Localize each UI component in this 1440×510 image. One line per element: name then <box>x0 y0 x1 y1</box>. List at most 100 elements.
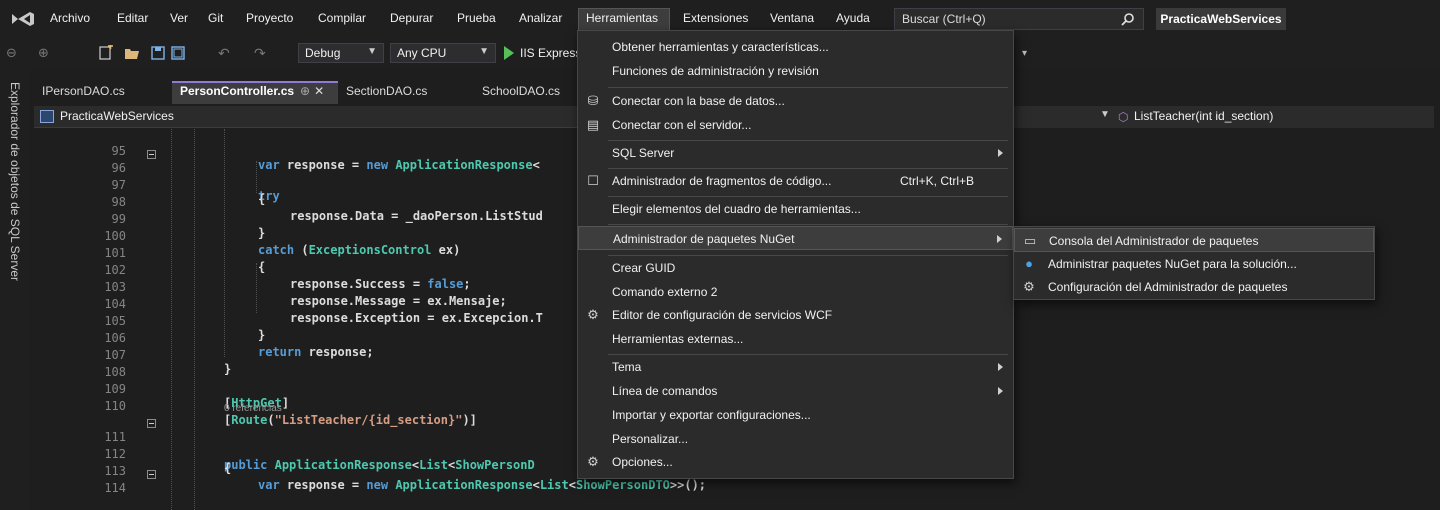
menu-compilar[interactable]: Compilar <box>318 11 366 25</box>
solution-name-badge[interactable]: PracticaWebServices <box>1156 8 1286 30</box>
tab-ipersondao[interactable]: IPersonDAO.cs <box>34 81 133 104</box>
menu-herramientas[interactable]: Herramientas <box>586 11 658 25</box>
configuration-value: Debug <box>305 46 341 60</box>
menu-item-label: Administrador de paquetes NuGet <box>613 232 795 246</box>
menu-item-fragmentos-codigo[interactable]: ☐ Administrador de fragmentos de código.… <box>578 169 1013 193</box>
menu-item-importar-exportar[interactable]: Importar y exportar configuraciones... <box>578 403 1013 427</box>
herramientas-menu: Obtener herramientas y características..… <box>577 30 1014 479</box>
menu-item-configuracion-paquetes[interactable]: ⚙ Configuración del Administrador de paq… <box>1014 275 1374 299</box>
line-number: 110 <box>104 399 126 413</box>
collapse-icon[interactable] <box>147 470 156 479</box>
menu-item-comando-externo[interactable]: Comando externo 2 <box>578 280 1013 304</box>
back-icon[interactable]: ⊖ <box>6 45 22 61</box>
menu-editar[interactable]: Editar <box>117 11 148 25</box>
menu-proyecto[interactable]: Proyecto <box>246 11 293 25</box>
menu-item-crear-guid[interactable]: Crear GUID <box>578 256 1013 280</box>
nuget-submenu: ▭ Consola del Administrador de paquetes … <box>1013 226 1375 300</box>
menu-git[interactable]: Git <box>208 11 223 25</box>
visual-studio-logo-icon[interactable] <box>10 10 36 28</box>
search-input[interactable]: Buscar (Ctrl+Q) <box>894 8 1144 30</box>
menu-ver[interactable]: Ver <box>170 11 188 25</box>
menu-item-herramientas-externas[interactable]: Herramientas externas... <box>578 327 1013 351</box>
search-placeholder: Buscar (Ctrl+Q) <box>902 12 986 26</box>
forward-icon[interactable]: ⊕ <box>38 45 54 61</box>
line-number: 114 <box>104 481 126 495</box>
menu-extensiones[interactable]: Extensiones <box>683 11 748 25</box>
redo-icon[interactable]: ↷ <box>254 45 270 61</box>
collapse-icon[interactable] <box>147 150 156 159</box>
menu-item-tema[interactable]: Tema <box>578 355 1013 379</box>
menu-item-linea-comandos[interactable]: Línea de comandos <box>578 379 1013 403</box>
menu-item-funciones-administracion[interactable]: Funciones de administración y revisión <box>578 59 1013 83</box>
toolbar-overflow-icon[interactable]: ▾ <box>1022 48 1027 59</box>
save-all-icon[interactable] <box>170 45 186 61</box>
menu-item-label: Editor de configuración de servicios WCF <box>612 308 833 322</box>
gear-icon: ⚙ <box>1023 279 1035 294</box>
menu-ayuda[interactable]: Ayuda <box>836 11 870 25</box>
run-target-label[interactable]: IIS Express <box>520 46 581 60</box>
undo-icon[interactable]: ↶ <box>218 45 234 61</box>
collapse-icon[interactable] <box>147 419 156 428</box>
menu-item-editor-wcf[interactable]: ⚙ Editor de configuración de servicios W… <box>578 303 1013 327</box>
menu-item-label: Administrador de fragmentos de código... <box>612 174 832 188</box>
save-icon[interactable] <box>150 45 166 61</box>
menu-item-conectar-base-datos[interactable]: ⛁ Conectar con la base de datos... <box>578 89 1013 113</box>
menu-separator <box>608 87 1008 88</box>
nuget-icon: ● <box>1025 256 1033 271</box>
menu-item-label: Comando externo 2 <box>612 285 718 299</box>
menu-depurar[interactable]: Depurar <box>390 11 433 25</box>
menu-item-shortcut: Ctrl+K, Ctrl+B <box>900 174 975 188</box>
menu-item-personalizar[interactable]: Personalizar... <box>578 427 1013 451</box>
menu-item-label: Obtener herramientas y características..… <box>612 40 829 54</box>
menu-analizar[interactable]: Analizar <box>519 11 562 25</box>
new-project-icon[interactable] <box>98 45 114 61</box>
wcf-config-icon: ⚙ <box>587 307 599 322</box>
side-panel-label: Explorador de objetos de SQL Server <box>8 82 22 282</box>
menu-item-administrar-paquetes[interactable]: ● Administrar paquetes NuGet para la sol… <box>1014 252 1374 276</box>
menu-ventana[interactable]: Ventana <box>770 11 814 25</box>
tab-personcontroller[interactable]: PersonController.cs ⊕ ✕ <box>172 81 338 104</box>
gear-icon: ⚙ <box>587 454 599 469</box>
menu-item-label: Importar y exportar configuraciones... <box>612 408 811 422</box>
play-icon[interactable] <box>504 46 514 60</box>
menu-prueba[interactable]: Prueba <box>457 11 496 25</box>
menu-item-label: Consola del Administrador de paquetes <box>1049 234 1259 248</box>
tab-label: PersonController.cs <box>180 84 295 98</box>
code-snippet-icon: ☐ <box>587 173 599 188</box>
pin-icon[interactable]: ⊕ <box>300 84 310 98</box>
menu-item-label: Conectar con el servidor... <box>612 118 752 132</box>
project-icon <box>40 110 54 123</box>
menu-item-consola-paquetes[interactable]: ▭ Consola del Administrador de paquetes <box>1014 228 1374 252</box>
menu-archivo[interactable]: Archivo <box>50 11 90 25</box>
tab-schooldao[interactable]: SchoolDAO.cs <box>474 81 568 104</box>
tab-label: SchoolDAO.cs <box>482 84 561 98</box>
platform-select[interactable]: Any CPU ▼ <box>390 43 496 63</box>
menu-item-nuget[interactable]: Administrador de paquetes NuGet <box>578 226 1013 250</box>
chevron-down-icon: ▼ <box>1100 109 1110 120</box>
menu-item-label: Personalizar... <box>612 432 689 446</box>
menu-item-label: Conectar con la base de datos... <box>612 94 785 108</box>
tab-sectiondao[interactable]: SectionDAO.cs <box>338 81 435 104</box>
menu-item-label: SQL Server <box>612 146 675 160</box>
menu-item-cuadro-herramientas[interactable]: Elegir elementos del cuadro de herramien… <box>578 197 1013 221</box>
platform-value: Any CPU <box>397 46 447 60</box>
menu-item-label: Línea de comandos <box>612 384 718 398</box>
project-dropdown[interactable]: PracticaWebServices <box>34 106 574 128</box>
menu-item-label: Administrar paquetes NuGet para la soluc… <box>1048 257 1297 271</box>
menu-item-label: Funciones de administración y revisión <box>612 64 819 78</box>
menu-item-opciones[interactable]: ⚙ Opciones... <box>578 450 1013 474</box>
menu-item-obtener-herramientas[interactable]: Obtener herramientas y características..… <box>578 35 1013 59</box>
configuration-select[interactable]: Debug ▼ <box>298 43 384 63</box>
code-lens-references[interactable]: 0 referencias <box>224 403 282 414</box>
menu-separator <box>608 224 1008 225</box>
database-connect-icon: ⛁ <box>587 93 599 108</box>
chevron-down-icon: ▼ <box>479 46 489 57</box>
chevron-down-icon: ▼ <box>367 46 377 57</box>
open-file-icon[interactable] <box>124 45 140 61</box>
member-dropdown[interactable]: ▼ ⬡ ListTeacher(int id_section) <box>1014 106 1434 128</box>
close-icon[interactable]: ✕ <box>314 84 324 98</box>
menu-item-conectar-servidor[interactable]: ▤ Conectar con el servidor... <box>578 113 1013 137</box>
sql-server-object-explorer-tab[interactable]: Explorador de objetos de SQL Server <box>0 68 30 510</box>
menu-item-label: Elegir elementos del cuadro de herramien… <box>612 202 861 216</box>
menu-item-sql-server[interactable]: SQL Server <box>578 141 1013 165</box>
